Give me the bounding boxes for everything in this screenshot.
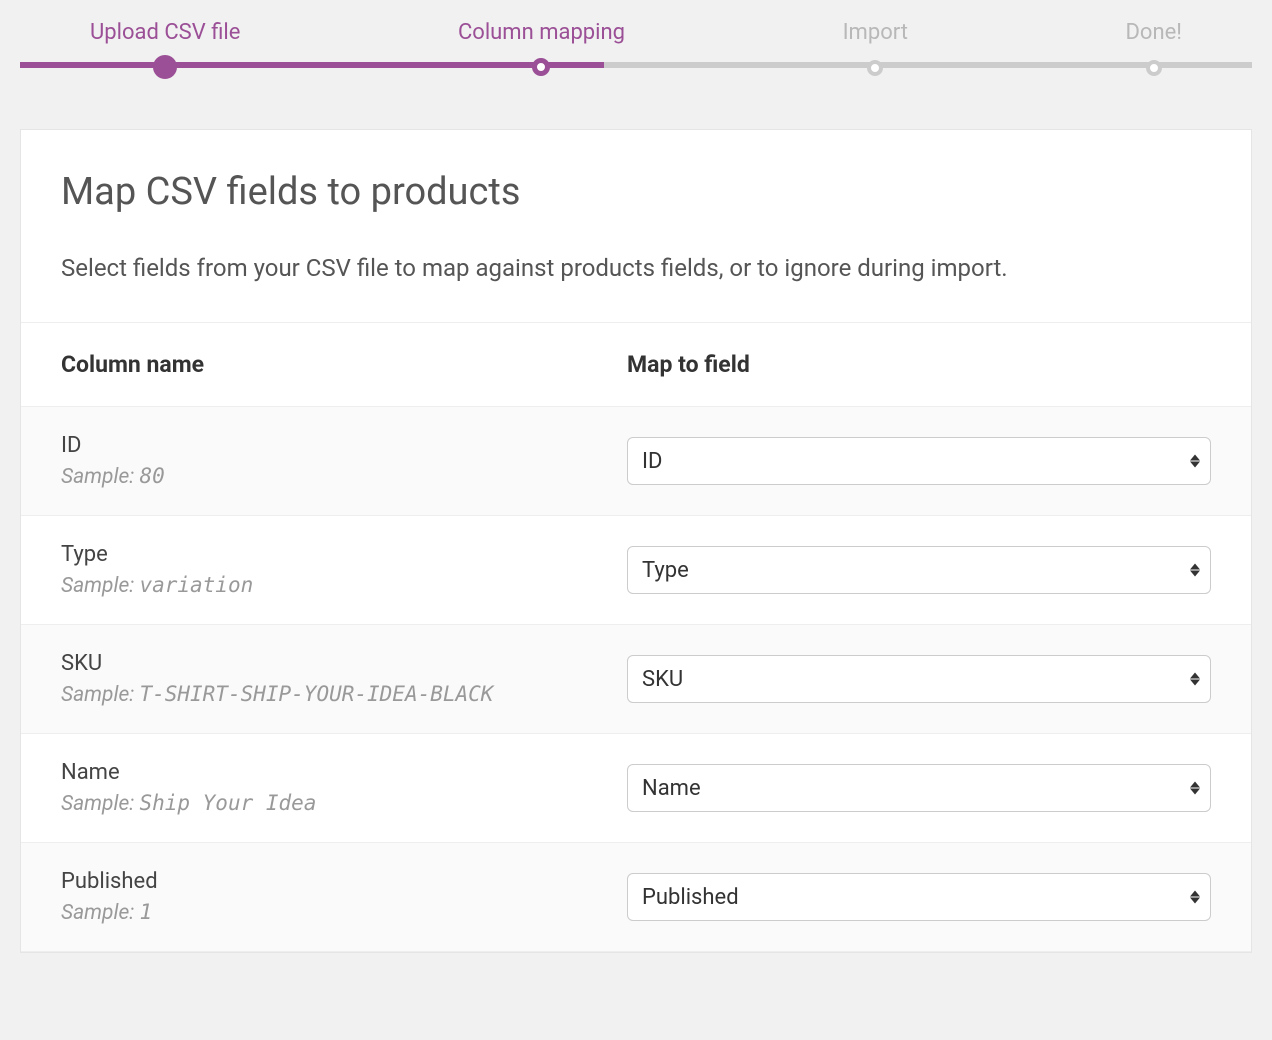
page-title: Map CSV fields to products (61, 170, 1211, 214)
map-cell: Name (627, 764, 1211, 812)
select-arrows-icon (1190, 673, 1200, 686)
mapping-card: Map CSV fields to products Select fields… (20, 129, 1252, 953)
map-select[interactable]: ID (627, 437, 1211, 485)
select-value: Name (642, 776, 701, 801)
column-name-cell: SKU Sample: T-SHIRT-SHIP-YOUR-IDEA-BLACK (61, 651, 627, 707)
step-dot-icon (153, 55, 177, 79)
field-name: Name (61, 760, 627, 785)
card-header: Map CSV fields to products Select fields… (21, 130, 1251, 322)
table-row: Type Sample: variation Type (21, 516, 1251, 625)
step-dot-icon (532, 58, 550, 76)
map-cell: Type (627, 546, 1211, 594)
step-dot-icon (1146, 60, 1162, 76)
table-row: ID Sample: 80 ID (21, 407, 1251, 516)
map-cell: Published (627, 873, 1211, 921)
page-description: Select fields from your CSV file to map … (61, 250, 1211, 286)
table-row: Published Sample: 1 Published (21, 843, 1251, 952)
field-name: ID (61, 433, 627, 458)
step-upload[interactable]: Upload CSV file (90, 20, 240, 87)
select-arrows-icon (1190, 891, 1200, 904)
column-name-cell: ID Sample: 80 (61, 433, 627, 489)
sample-text: Sample: T-SHIRT-SHIP-YOUR-IDEA-BLACK (61, 682, 627, 707)
select-value: ID (642, 449, 662, 474)
step-progress: Upload CSV file Column mapping Import Do… (0, 0, 1272, 87)
step-mapping[interactable]: Column mapping (458, 20, 625, 87)
step-label: Import (843, 20, 908, 45)
field-name: Published (61, 869, 627, 894)
sample-text: Sample: variation (61, 573, 627, 598)
column-name-cell: Published Sample: 1 (61, 869, 627, 925)
map-cell: ID (627, 437, 1211, 485)
map-select[interactable]: Name (627, 764, 1211, 812)
step-dot-icon (867, 60, 883, 76)
step-label: Column mapping (458, 20, 625, 45)
select-value: Published (642, 885, 739, 910)
select-arrows-icon (1190, 455, 1200, 468)
select-arrows-icon (1190, 564, 1200, 577)
step-label: Done! (1125, 20, 1181, 45)
step-done: Done! (1125, 20, 1181, 87)
map-select[interactable]: SKU (627, 655, 1211, 703)
map-select[interactable]: Published (627, 873, 1211, 921)
field-name: SKU (61, 651, 627, 676)
mapping-rows: ID Sample: 80 ID Type Sample: variation … (21, 407, 1251, 952)
field-name: Type (61, 542, 627, 567)
select-value: Type (642, 558, 689, 583)
column-name-cell: Type Sample: variation (61, 542, 627, 598)
step-import: Import (843, 20, 908, 87)
select-value: SKU (642, 667, 683, 692)
table-row: SKU Sample: T-SHIRT-SHIP-YOUR-IDEA-BLACK… (21, 625, 1251, 734)
sample-text: Sample: 80 (61, 464, 627, 489)
sample-text: Sample: Ship Your Idea (61, 791, 627, 816)
table-row: Name Sample: Ship Your Idea Name (21, 734, 1251, 843)
select-arrows-icon (1190, 782, 1200, 795)
column-name-header: Column name (61, 351, 627, 378)
map-cell: SKU (627, 655, 1211, 703)
map-select[interactable]: Type (627, 546, 1211, 594)
sample-text: Sample: 1 (61, 900, 627, 925)
map-to-field-header: Map to field (627, 351, 1211, 378)
step-label: Upload CSV file (90, 20, 240, 45)
table-header-row: Column name Map to field (21, 322, 1251, 407)
column-name-cell: Name Sample: Ship Your Idea (61, 760, 627, 816)
